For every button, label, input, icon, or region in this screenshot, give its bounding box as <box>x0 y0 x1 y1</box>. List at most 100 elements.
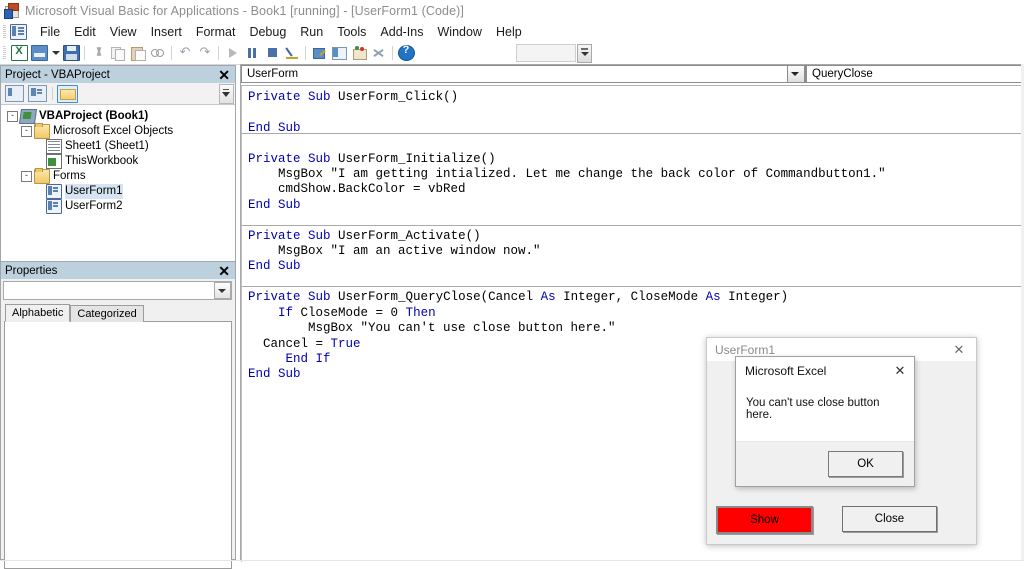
project-tree[interactable]: - VBAProject (Book1) - Microsoft Excel O… <box>1 105 235 265</box>
cut-button[interactable] <box>88 44 108 63</box>
undo-icon <box>178 46 193 60</box>
properties-grid[interactable] <box>4 321 232 569</box>
properties-panel: Properties ✕ Alphabetic Categorized <box>0 261 236 560</box>
folder-icon <box>34 169 50 184</box>
break-button[interactable] <box>242 44 262 63</box>
message-box-dialog: Microsoft Excel ✕ You can't use close bu… <box>735 356 915 487</box>
properties-object-select[interactable] <box>3 281 232 300</box>
menu-item-window[interactable]: Window <box>431 23 489 41</box>
save-button[interactable] <box>61 44 81 63</box>
ok-button[interactable]: OK <box>828 451 903 477</box>
toolbar-spin-button[interactable] <box>577 44 592 63</box>
insert-dropdown-button[interactable] <box>49 44 61 63</box>
tree-item-label: Sheet1 (Sheet1) <box>65 139 149 154</box>
tab-alphabetic[interactable]: Alphabetic <box>5 304 70 322</box>
design-mode-icon <box>285 46 300 60</box>
object-dropdown-value: UserForm <box>242 68 298 80</box>
help-button[interactable] <box>396 44 416 63</box>
find-button[interactable] <box>148 44 168 63</box>
tree-item-label: Forms <box>53 169 86 184</box>
object-dropdown[interactable]: UserForm <box>241 65 806 83</box>
properties-title: Properties <box>5 265 57 277</box>
tree-item-label: UserForm2 <box>65 199 123 214</box>
toolbox-button[interactable] <box>369 44 389 63</box>
toolbar-combo[interactable] <box>516 44 576 62</box>
menu-item-run[interactable]: Run <box>293 23 330 41</box>
menu-item-help[interactable]: Help <box>489 23 529 41</box>
close-icon[interactable]: ✕ <box>215 265 233 277</box>
close-icon[interactable]: ✕ <box>886 358 914 384</box>
menu-item-edit[interactable]: Edit <box>67 23 103 41</box>
tree-item-sheet1[interactable]: Sheet1 (Sheet1) <box>1 139 235 154</box>
tree-item-thisworkbook[interactable]: ThisWorkbook <box>1 154 235 169</box>
view-code-icon[interactable] <box>5 85 24 102</box>
insert-object-button[interactable] <box>29 44 49 63</box>
redo-button[interactable] <box>195 44 215 63</box>
copy-button[interactable] <box>108 44 128 63</box>
run-icon <box>225 46 240 60</box>
tree-item-userform1[interactable]: UserForm1 <box>1 184 235 199</box>
procedure-separator <box>242 286 1024 287</box>
object-browser-icon <box>352 46 367 60</box>
folder-icon <box>34 124 50 139</box>
project-tree-scroll-down[interactable] <box>219 84 234 104</box>
message-box-title-bar: Microsoft Excel ✕ <box>736 357 914 385</box>
toolbar-divider <box>218 46 219 60</box>
object-browser-button[interactable] <box>349 44 369 63</box>
view-excel-button[interactable] <box>9 44 29 63</box>
project-icon <box>19 109 37 124</box>
toolbar-divider <box>171 46 172 60</box>
find-icon <box>151 46 166 60</box>
chevron-down-icon[interactable] <box>214 282 231 299</box>
close-button[interactable]: Close <box>842 506 937 532</box>
menu-item-file[interactable]: File <box>33 23 67 41</box>
vba-editor-window: Microsoft Visual Basic for Applications … <box>0 0 1024 561</box>
expand-toggle-icon[interactable]: - <box>21 171 32 182</box>
design-mode-button[interactable] <box>282 44 302 63</box>
undo-button[interactable] <box>175 44 195 63</box>
show-button[interactable]: Show <box>716 506 813 534</box>
tree-item-excel-objects[interactable]: - Microsoft Excel Objects <box>1 124 235 139</box>
menu-item-view[interactable]: View <box>103 23 144 41</box>
menu-item-debug[interactable]: Debug <box>242 23 293 41</box>
workbook-icon <box>46 154 62 169</box>
reset-button[interactable] <box>262 44 282 63</box>
toggle-folders-icon[interactable] <box>57 85 78 103</box>
reset-icon <box>265 46 280 60</box>
divider <box>52 87 53 100</box>
close-icon[interactable]: ✕ <box>942 339 976 361</box>
expand-toggle-icon[interactable]: - <box>21 126 32 137</box>
window-title: Microsoft Visual Basic for Applications … <box>25 4 464 18</box>
excel-object-icon[interactable] <box>10 24 27 40</box>
redo-icon <box>198 46 213 60</box>
properties-window-icon <box>332 46 347 60</box>
code-window-header: UserForm QueryClose <box>241 65 1024 86</box>
close-icon[interactable]: ✕ <box>215 69 233 81</box>
expand-toggle-icon[interactable]: - <box>7 111 18 122</box>
toolbar-grip[interactable] <box>3 46 6 60</box>
procedure-dropdown[interactable]: QueryClose <box>806 65 1024 83</box>
menu-item-addins[interactable]: Add-Ins <box>373 23 430 41</box>
userform-title: UserForm1 <box>707 343 775 357</box>
menu-item-format[interactable]: Format <box>189 23 243 41</box>
properties-window-button[interactable] <box>329 44 349 63</box>
copy-icon <box>111 46 126 60</box>
toolbar-divider <box>84 46 85 60</box>
paste-button[interactable] <box>128 44 148 63</box>
properties-tabs: Alphabetic Categorized <box>1 304 235 321</box>
tree-item-vbaproject[interactable]: - VBAProject (Book1) <box>1 109 235 124</box>
menu-grip[interactable] <box>3 25 6 38</box>
tree-item-label: UserForm1 <box>65 184 123 199</box>
worksheet-icon <box>46 139 62 154</box>
menu-item-insert[interactable]: Insert <box>144 23 189 41</box>
tree-item-label: ThisWorkbook <box>65 154 138 169</box>
menu-item-tools[interactable]: Tools <box>330 23 373 41</box>
tree-item-userform2[interactable]: UserForm2 <box>1 199 235 214</box>
tab-categorized[interactable]: Categorized <box>70 305 143 322</box>
chevron-down-icon[interactable] <box>787 65 805 83</box>
view-object-icon[interactable] <box>28 85 47 102</box>
project-explorer-button[interactable] <box>309 44 329 63</box>
cut-icon <box>92 47 105 60</box>
run-button[interactable] <box>222 44 242 63</box>
tree-item-forms[interactable]: - Forms <box>1 169 235 184</box>
